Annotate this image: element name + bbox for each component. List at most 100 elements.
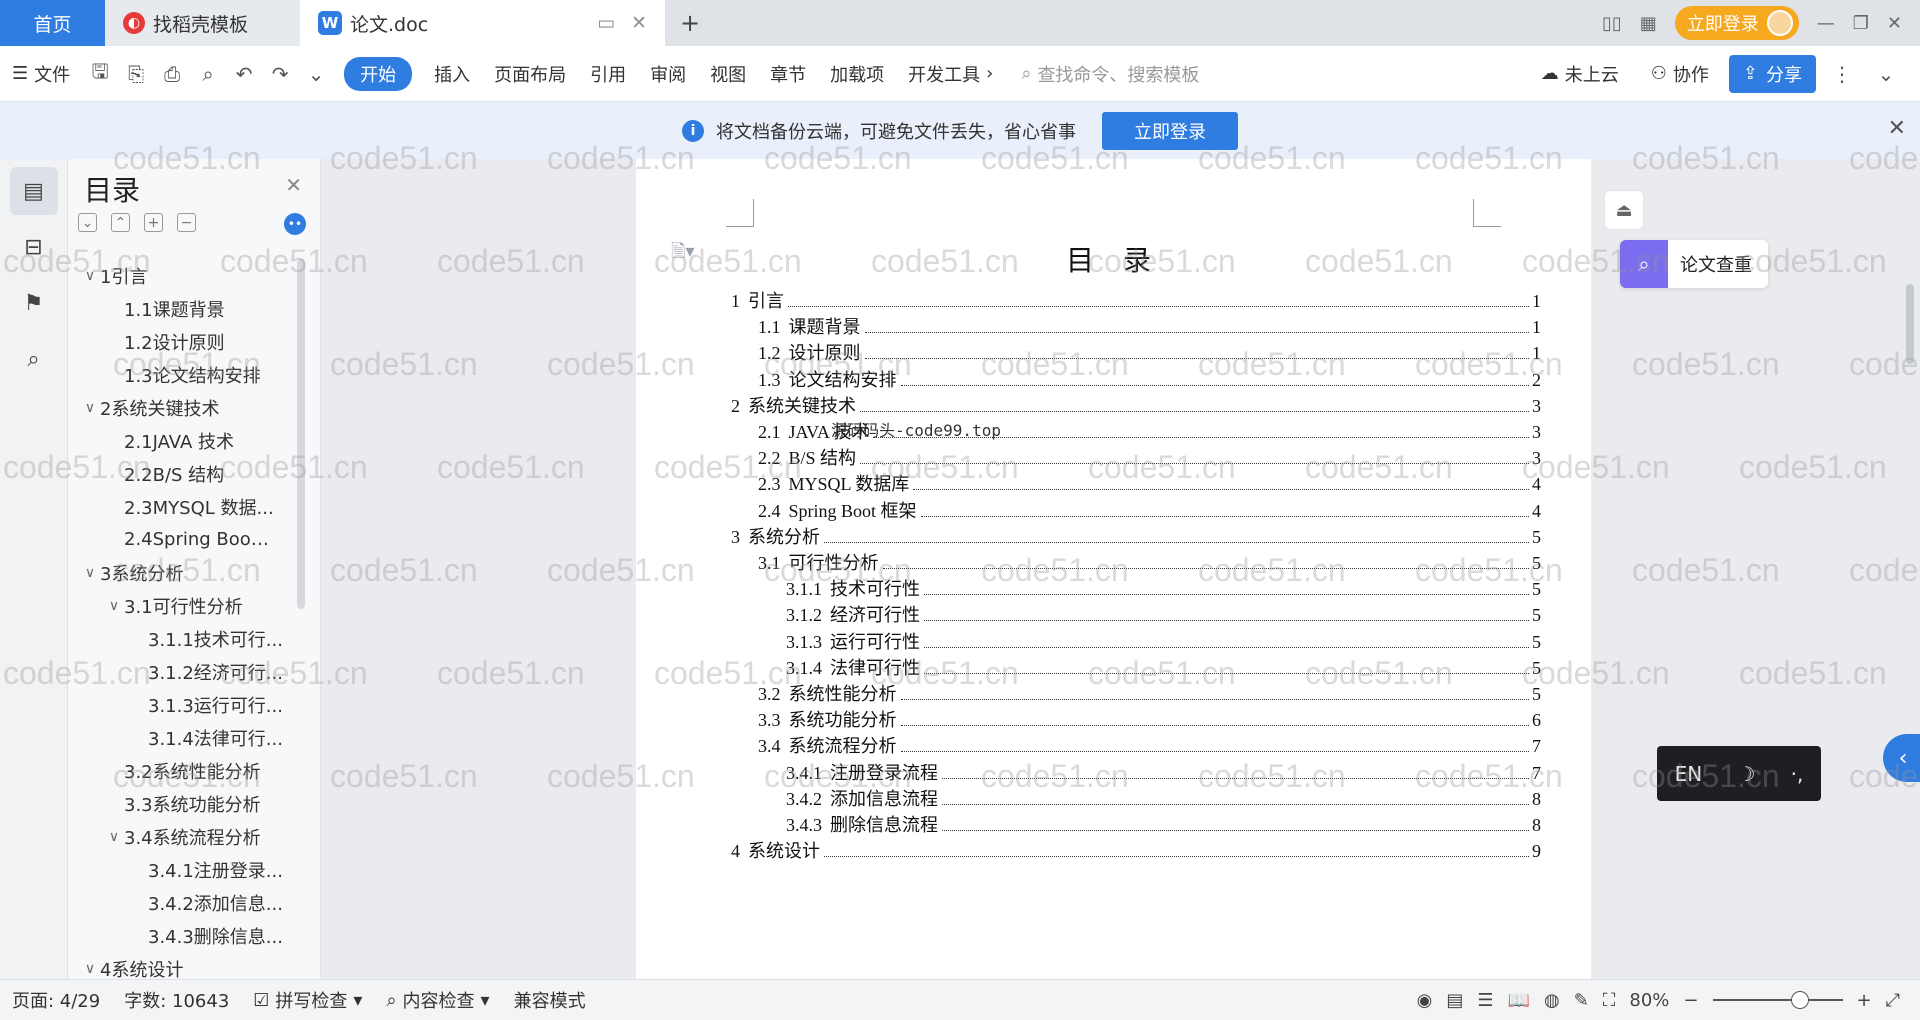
close-window-icon[interactable]: ✕	[1887, 13, 1902, 34]
expand-all-icon[interactable]: ⌄	[78, 213, 97, 232]
moon-icon[interactable]: ☽	[1737, 762, 1755, 786]
toc-tree-item[interactable]: ∨ 1引言	[70, 259, 300, 292]
command-search[interactable]: ⌕ 查找命令、搜索模板	[1005, 61, 1215, 87]
reading-view-icon[interactable]: 📖	[1508, 990, 1530, 1011]
toc-entry[interactable]: 3.1.3 运行可行性 5	[786, 628, 1541, 654]
toc-tree-item[interactable]: ∨ 3.1可行性分析	[70, 589, 300, 622]
close-tab-icon[interactable]: ✕	[631, 12, 647, 34]
toc-entry[interactable]: 2.2 B/S 结构 3	[758, 444, 1541, 470]
screen-icon[interactable]: ▭	[597, 12, 615, 34]
toc-tree-item[interactable]: 3.1.3运行可行...	[70, 688, 300, 721]
zoom-out-icon[interactable]: −	[1683, 990, 1698, 1011]
tab-review[interactable]: 审阅	[638, 61, 698, 87]
page-indicator[interactable]: 页面: 4/29	[0, 987, 112, 1013]
file-menu[interactable]: ☰ 文件	[0, 61, 82, 87]
toc-tree-item[interactable]: 2.2B/S 结构	[70, 457, 300, 490]
tab-document[interactable]: W 论文.doc ▭ ✕	[300, 0, 665, 46]
toc-tree-item[interactable]: 2.1JAVA 技术	[70, 424, 300, 457]
tab-addins[interactable]: 加载项	[818, 61, 896, 87]
toc-entry[interactable]: 3 系统分析 5	[731, 523, 1541, 549]
toc-tree-item[interactable]: ∨ 3.4系统流程分析	[70, 820, 300, 853]
ai-assistant-icon[interactable]: ••	[284, 213, 306, 235]
new-tab-button[interactable]: +	[665, 9, 715, 37]
toc-tree-item[interactable]: 1.3论文结构安排	[70, 358, 300, 391]
export-pdf-icon[interactable]: ⎘	[118, 62, 154, 86]
more-dropdown-icon[interactable]: ⌄	[298, 62, 334, 86]
toc-tree-item[interactable]: 3.3系统功能分析	[70, 787, 300, 820]
toc-entry[interactable]: 3.1.2 经济可行性 5	[786, 601, 1541, 627]
toc-entry[interactable]: 1.1 课题背景 1	[758, 313, 1541, 339]
chevron-down-icon[interactable]: ∨	[80, 400, 100, 416]
toc-entry[interactable]: 3.1.1 技术可行性 5	[786, 575, 1541, 601]
toc-entry[interactable]: 3.4 系统流程分析 7	[758, 732, 1541, 758]
collapse-all-icon[interactable]: ⌃	[111, 213, 130, 232]
minimize-icon[interactable]: —	[1817, 13, 1835, 34]
share-button[interactable]: ⇪ 分享	[1728, 54, 1816, 93]
toc-tree-item[interactable]: 3.4.1注册登录...	[70, 853, 300, 886]
eye-icon[interactable]: ◉	[1417, 990, 1433, 1011]
toc-tree-item[interactable]: 3.4.3删除信息...	[70, 919, 300, 952]
tab-references[interactable]: 引用	[578, 61, 638, 87]
cloud-status[interactable]: ☁ 未上云	[1529, 61, 1631, 87]
close-pane-icon[interactable]: ✕	[285, 173, 302, 197]
toc-tree-item[interactable]: 3.2系统性能分析	[70, 754, 300, 787]
word-count[interactable]: 字数: 10643	[112, 987, 241, 1013]
toc-tree-item[interactable]: 3.4.2添加信息...	[70, 886, 300, 919]
toc-entry[interactable]: 2.4 Spring Boot 框架 4	[758, 497, 1541, 523]
restore-icon[interactable]: ❐	[1853, 13, 1869, 34]
toc-tree-item[interactable]: 3.1.2经济可行...	[70, 655, 300, 688]
toc-entry[interactable]: 3.1 可行性分析 5	[758, 549, 1541, 575]
toc-entry[interactable]: 3.4.2 添加信息流程 8	[786, 785, 1541, 811]
chevron-down-icon[interactable]: ∨	[80, 268, 100, 284]
toc-entry[interactable]: 1 引言 1	[731, 287, 1541, 313]
tab-insert[interactable]: 插入	[422, 61, 482, 87]
remove-heading-icon[interactable]: −	[177, 213, 196, 232]
print-icon[interactable]: ⎙	[154, 62, 190, 86]
find-icon[interactable]: ⌕	[10, 335, 58, 383]
toc-entry[interactable]: 3.4.1 注册登录流程 7	[786, 759, 1541, 785]
punctuation-icon[interactable]: ·,	[1791, 762, 1804, 786]
zoom-in-icon[interactable]: +	[1857, 990, 1872, 1011]
toc-entry[interactable]: 4 系统设计 9	[731, 837, 1541, 863]
tab-section[interactable]: 章节	[758, 61, 818, 87]
grid-apps-icon[interactable]: ▦	[1640, 13, 1657, 34]
toc-entry[interactable]: 3.2 系统性能分析 5	[758, 680, 1541, 706]
toc-entry[interactable]: 3.1.4 法律可行性 5	[786, 654, 1541, 680]
tab-page-layout[interactable]: 页面布局	[482, 61, 578, 87]
fullscreen-icon[interactable]: ⤢	[1886, 990, 1900, 1011]
toc-scrollbar[interactable]	[297, 259, 305, 609]
save-icon[interactable]: 🖫	[82, 57, 118, 91]
toc-entry[interactable]: 3.3 系统功能分析 6	[758, 706, 1541, 732]
toc-entry[interactable]: 1.3 论文结构安排 2	[758, 366, 1541, 392]
toc-tree-item[interactable]: 2.3MYSQL 数据...	[70, 490, 300, 523]
bookmark-icon[interactable]: ⚑	[10, 279, 58, 327]
zoom-level[interactable]: 80%	[1629, 990, 1669, 1011]
notice-login-button[interactable]: 立即登录	[1102, 111, 1238, 150]
pen-icon[interactable]: ✎	[1574, 990, 1589, 1011]
toc-tree-item[interactable]: ∨ 2系统关键技术	[70, 391, 300, 424]
tab-start[interactable]: 开始	[344, 56, 413, 91]
web-view-icon[interactable]: ◍	[1544, 990, 1560, 1011]
toc-tree-item[interactable]: 3.1.4法律可行...	[70, 721, 300, 754]
collab-button[interactable]: ⚇ 协作	[1639, 61, 1721, 87]
vertical-scrollbar[interactable]	[1900, 159, 1920, 979]
chevron-down-icon[interactable]: ∨	[104, 829, 124, 845]
tab-home[interactable]: 首页	[0, 0, 105, 46]
toc-entry[interactable]: 3.4.3 删除信息流程 8	[786, 811, 1541, 837]
login-button[interactable]: 立即登录	[1674, 6, 1799, 40]
document-page[interactable]: 🗎▾ 目 录 1 引言 1 1.1 课题背景 1 1.2 设计原则 1 1.3 论文结构安排 2 2 系统…	[636, 159, 1591, 979]
page-view-icon[interactable]: ▤	[1446, 990, 1463, 1011]
tab-template[interactable]: ◐ 找稻壳模板	[105, 0, 300, 46]
chevron-down-icon[interactable]: ∨	[80, 961, 100, 977]
print-preview-icon[interactable]: ⌕	[190, 62, 226, 86]
undo-icon[interactable]: ↶	[226, 62, 262, 86]
chevron-down-icon[interactable]: ∨	[104, 598, 124, 614]
tab-developer[interactable]: 开发工具 ›	[896, 61, 1005, 87]
scroll-thumb[interactable]	[1906, 284, 1914, 364]
more-icon[interactable]: ⋮	[1824, 62, 1860, 86]
zoom-knob[interactable]	[1790, 991, 1809, 1009]
toc-entry[interactable]: 1.2 设计原则 1	[758, 339, 1541, 365]
toc-tree-item[interactable]: 3.1.1技术可行...	[70, 622, 300, 655]
ime-lang[interactable]: EN	[1675, 762, 1703, 786]
toc-tree-item[interactable]: 1.1课题背景	[70, 292, 300, 325]
